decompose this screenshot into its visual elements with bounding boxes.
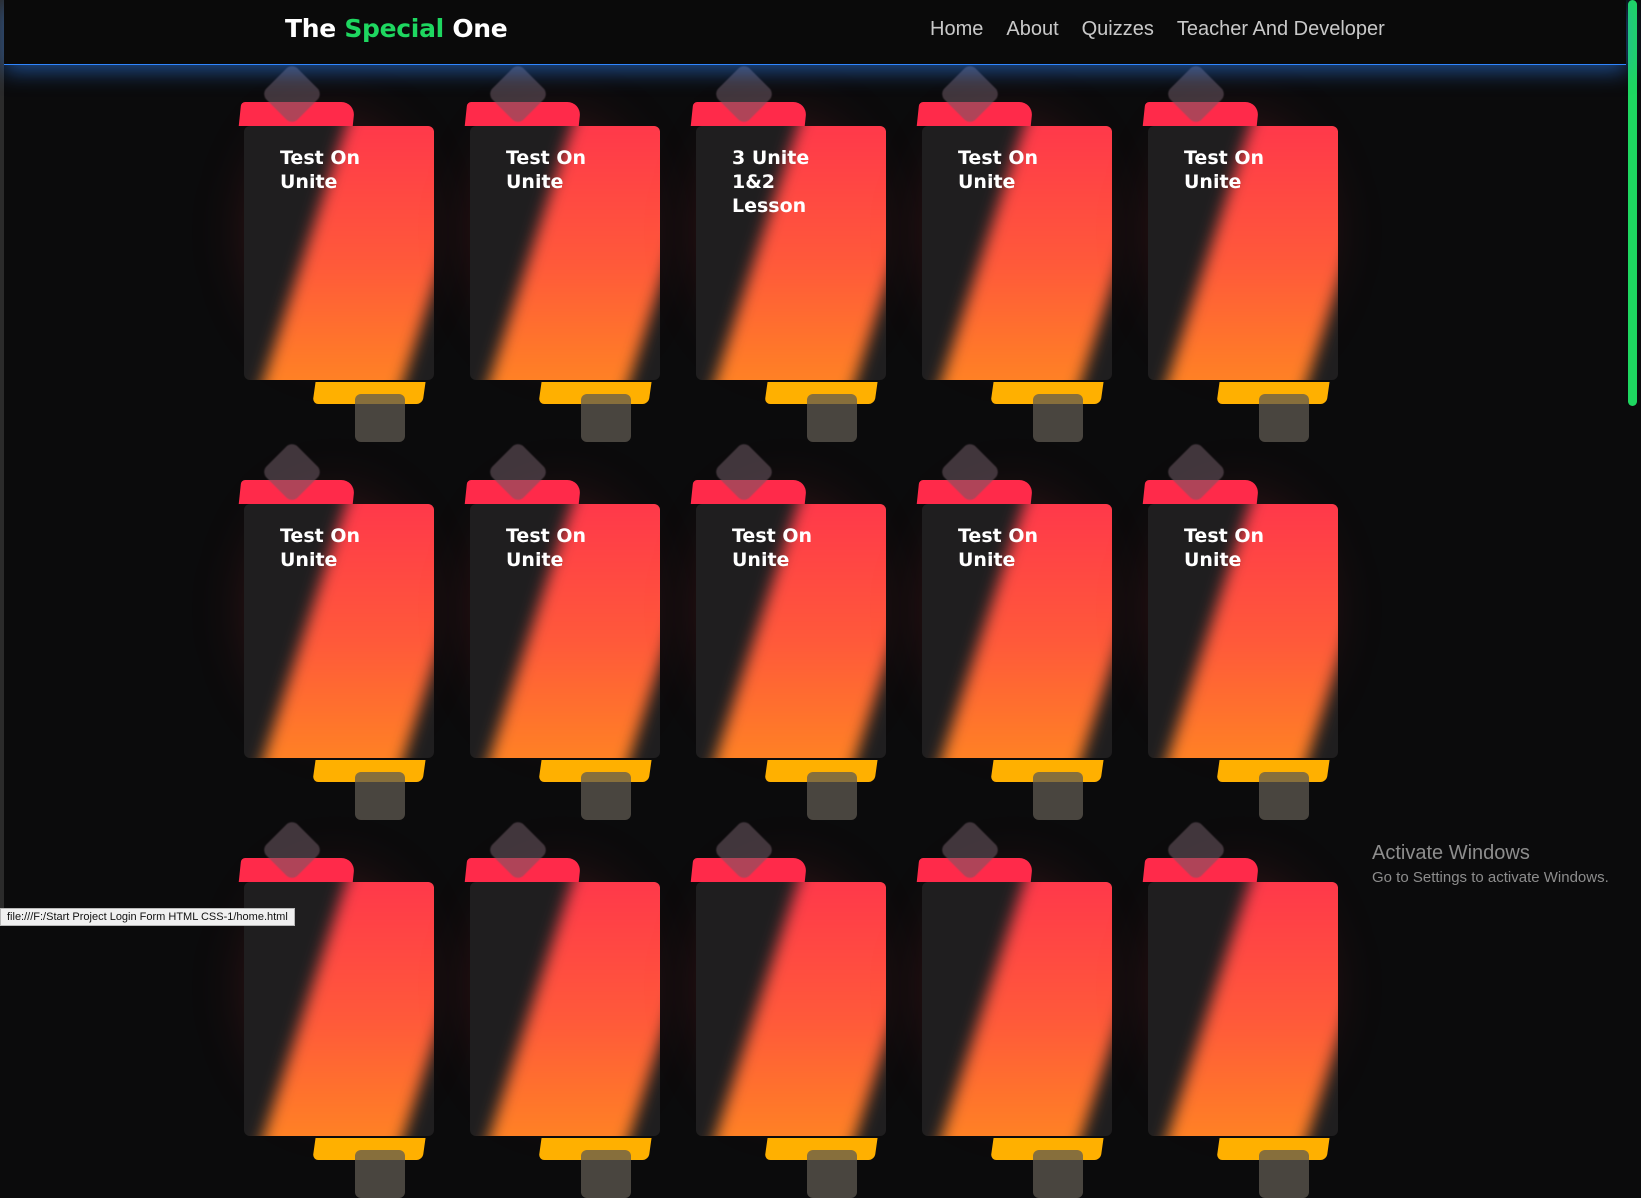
- card-square-ornament: [581, 1150, 631, 1198]
- card-gradient-streak: [470, 882, 660, 1136]
- card-square-ornament: [807, 772, 857, 820]
- card-title-line: Test On: [280, 525, 361, 547]
- quiz-card[interactable]: Test On Unite: [690, 440, 887, 820]
- nav-about[interactable]: About: [1006, 18, 1058, 41]
- quiz-card[interactable]: Test On Unite: [464, 440, 661, 820]
- watermark-subtitle: Go to Settings to activate Windows.: [1372, 869, 1609, 886]
- card-title-line: Test On: [958, 525, 1039, 547]
- brand-text-the: The: [285, 14, 336, 43]
- card-title: Test On Unite: [280, 524, 400, 572]
- card-title-line: Test On: [1184, 525, 1265, 547]
- quiz-card[interactable]: Test On Unite: [464, 62, 661, 442]
- card-title-line: Test On: [1184, 147, 1265, 169]
- browser-status-bar: file:///F:/Start Project Login Form HTML…: [0, 908, 295, 926]
- quiz-card[interactable]: 3 Unite 1&2 Lesson: [690, 62, 887, 442]
- card-title-line: Unite: [732, 549, 790, 571]
- card-title: Test On Unite: [506, 146, 626, 194]
- card-title: Test On Unite: [506, 524, 626, 572]
- card-title-line: Unite: [1184, 549, 1242, 571]
- card-title: Test On Unite: [958, 146, 1078, 194]
- quiz-card[interactable]: [464, 818, 661, 1198]
- card-square-ornament: [355, 1150, 405, 1198]
- card-title-line: Unite: [958, 549, 1016, 571]
- card-square-ornament: [581, 394, 631, 442]
- card-square-ornament: [807, 1150, 857, 1198]
- nav-teacher-and-developer[interactable]: Teacher And Developer: [1177, 18, 1385, 41]
- card-title-line: Test On: [506, 525, 587, 547]
- quiz-card-grid: Test On Unite Test On Unite 3 Unite 1&2 Lesson…: [0, 0, 1641, 1198]
- card-title: Test On Unite: [1184, 146, 1304, 194]
- card-title-line: Test On: [280, 147, 361, 169]
- card-title-line: Test On: [732, 525, 813, 547]
- quiz-card[interactable]: Test On Unite: [238, 62, 435, 442]
- main-nav: Home About Quizzes Teacher And Developer: [930, 18, 1385, 41]
- brand-text-one: One: [452, 14, 508, 43]
- card-title: Test On Unite: [958, 524, 1078, 572]
- card-square-ornament: [355, 772, 405, 820]
- card-title-line: Lesson: [732, 195, 807, 217]
- quiz-card[interactable]: [690, 818, 887, 1198]
- card-square-ornament: [1259, 394, 1309, 442]
- windows-activation-watermark: Activate Windows Go to Settings to activ…: [1372, 842, 1609, 888]
- card-title: Test On Unite: [732, 524, 852, 572]
- card-title-line: 3 Unite: [732, 147, 810, 169]
- quiz-card[interactable]: Test On Unite: [1142, 62, 1339, 442]
- card-square-ornament: [1259, 1150, 1309, 1198]
- nav-quizzes[interactable]: Quizzes: [1082, 18, 1154, 41]
- card-gradient-streak: [696, 882, 886, 1136]
- card-title: Test On Unite: [280, 146, 400, 194]
- nav-home[interactable]: Home: [930, 18, 983, 41]
- quiz-card[interactable]: [238, 818, 435, 1198]
- card-title-line: Unite: [506, 549, 564, 571]
- card-title: 3 Unite 1&2 Lesson: [732, 146, 852, 218]
- quiz-card[interactable]: Test On Unite: [916, 62, 1113, 442]
- card-gradient-streak: [922, 882, 1112, 1136]
- quiz-card[interactable]: Test On Unite: [1142, 440, 1339, 820]
- card-title-line: Test On: [958, 147, 1039, 169]
- quiz-card[interactable]: Test On Unite: [916, 440, 1113, 820]
- card-title-line: Unite: [280, 549, 338, 571]
- card-title: Test On Unite: [1184, 524, 1304, 572]
- card-title-line: Test On: [506, 147, 587, 169]
- card-square-ornament: [581, 772, 631, 820]
- card-square-ornament: [1033, 1150, 1083, 1198]
- quiz-card[interactable]: Test On Unite: [238, 440, 435, 820]
- brand-text-special: Special: [344, 14, 444, 43]
- card-gradient-streak: [1148, 882, 1338, 1136]
- card-square-ornament: [1033, 772, 1083, 820]
- quiz-card[interactable]: [916, 818, 1113, 1198]
- card-title-line: Unite: [958, 171, 1016, 193]
- card-title-line: Unite: [506, 171, 564, 193]
- site-logo[interactable]: The Special One: [285, 14, 508, 43]
- card-square-ornament: [807, 394, 857, 442]
- top-navigation-bar: The Special One Home About Quizzes Teach…: [4, 0, 1626, 65]
- card-square-ornament: [1033, 394, 1083, 442]
- card-title-line: Unite: [280, 171, 338, 193]
- card-square-ornament: [355, 394, 405, 442]
- watermark-title: Activate Windows: [1372, 842, 1530, 864]
- card-title-line: 1&2: [732, 171, 776, 193]
- card-square-ornament: [1259, 772, 1309, 820]
- quiz-card[interactable]: [1142, 818, 1339, 1198]
- card-title-line: Unite: [1184, 171, 1242, 193]
